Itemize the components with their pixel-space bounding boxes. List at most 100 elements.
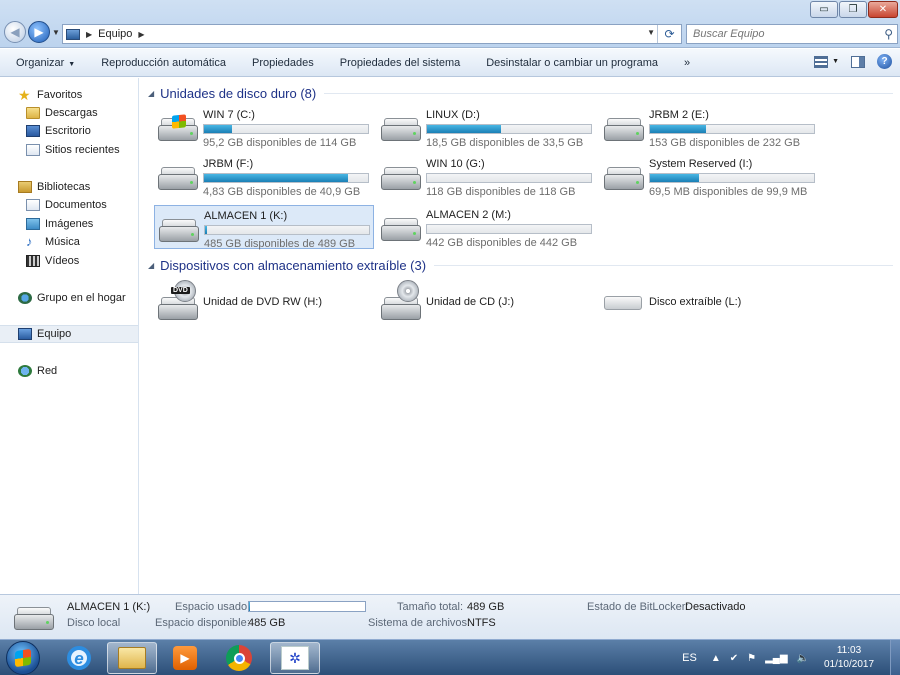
minimize-button[interactable]: ▭ [810,1,838,18]
drive-d[interactable]: LINUX (D:) 18,5 GB disponibles de 33,5 G… [377,105,597,149]
show-desktop-button[interactable] [890,640,900,675]
chevron-down-icon: ▼ [832,58,839,65]
removable-group-header[interactable]: ◢ Dispositivos con almacenamiento extraí… [148,258,893,273]
sidebar-item-desktop[interactable]: Escritorio [0,122,138,140]
usage-fill [204,174,349,182]
maximize-button[interactable]: ❐ [839,1,867,18]
autoplay-button[interactable]: Reproducción automática [88,57,239,69]
device-name: Unidad de CD (J:) [426,296,515,308]
desktop-icon [26,125,40,137]
drive-name: ALMACEN 1 (K:) [204,210,288,222]
taskbar-internet-explorer[interactable]: e [54,642,104,674]
internet-explorer-icon: e [67,646,91,670]
view-controls: ▼ ? [814,54,892,69]
content-area: ◢ Unidades de disco duro (8) WIN 7 (C:) … [140,78,900,594]
drive-k[interactable]: ALMACEN 1 (K:) 485 GB disponibles de 489… [154,205,374,250]
organize-button[interactable]: Organizar ▼ [0,57,88,69]
back-button[interactable]: ◀ [4,21,26,43]
sidebar-item-favorites[interactable]: ★ Favoritos [0,86,138,104]
properties-button[interactable]: Propiedades [239,57,327,69]
refresh-icon[interactable]: ⟳ [657,25,681,43]
address-dropdown-icon[interactable]: ▼ [647,28,655,37]
recent-pages-dropdown-icon[interactable]: ▼ [52,28,61,37]
drive-free-space: 153 GB disponibles de 232 GB [649,137,801,149]
show-hidden-icons-icon[interactable]: ▲ [711,653,721,664]
sidebar-item-homegroup[interactable]: Grupo en el hogar [0,289,138,307]
windows-logo-icon [15,648,31,668]
network-signal-icon[interactable]: ▂▄▆ [765,653,787,664]
uninstall-program-button[interactable]: Desinstalar o cambiar un programa [473,57,671,69]
recent-places-icon [26,144,40,156]
hard-drive-icon [604,115,644,143]
taskbar-chrome[interactable] [214,642,264,674]
system-properties-button[interactable]: Propiedades del sistema [327,57,473,69]
chrome-icon [226,645,252,671]
start-button[interactable] [6,641,40,675]
hard-drive-icon [14,604,54,632]
bitlocker-label: Estado de BitLocker: [587,601,689,613]
sidebar-item-network[interactable]: Red [0,362,138,380]
collapse-icon[interactable]: ◢ [148,89,154,98]
help-icon[interactable]: ? [877,54,892,69]
usage-fill [650,125,706,133]
used-space-label: Espacio usado: [175,601,251,613]
more-commands-button[interactable]: » [671,57,703,69]
sidebar-item-documents[interactable]: Documentos [0,196,138,214]
sidebar-item-computer[interactable]: Equipo [0,325,138,343]
sidebar-item-pictures[interactable]: Imágenes [0,215,138,233]
drive-name: JRBM (F:) [203,158,254,170]
drive-i[interactable]: System Reserved (I:) 69,5 MB disponibles… [600,154,820,198]
drive-f[interactable]: JRBM (F:) 4,83 GB disponibles de 40,9 GB [154,154,374,198]
downloads-folder-icon [26,107,40,119]
cd-drive-j[interactable]: Unidad de CD (J:) [377,280,597,324]
language-indicator[interactable]: ES [682,652,697,664]
drive-free-space: 18,5 GB disponibles de 33,5 GB [426,137,584,149]
breadcrumb-equipo[interactable]: Equipo [98,28,132,40]
computer-icon [18,328,32,340]
system-tray: ES ▲ ✔ ⚑ ▂▄▆ 🔈 11:03 01/10/2017 [682,640,900,675]
security-icon[interactable]: ✔ [730,653,738,664]
volume-icon[interactable]: 🔈 [797,653,809,664]
sidebar-item-libraries[interactable]: Bibliotecas [0,178,138,196]
details-pane: ALMACEN 1 (K:) Disco local Espacio usado… [0,594,900,639]
breadcrumb-arrow-icon[interactable]: ▶ [86,30,92,39]
sidebar-item-label: Documentos [45,199,107,211]
usage-bar [426,124,592,134]
search-input[interactable] [687,25,873,43]
taskbar-media-player[interactable]: ▶ [160,642,210,674]
breadcrumb-arrow-icon[interactable]: ▶ [138,30,144,39]
breadcrumb: ▶ Equipo ▶ [86,28,145,40]
sidebar-item-videos[interactable]: Vídeos [0,252,138,270]
drive-c[interactable]: WIN 7 (C:) 95,2 GB disponibles de 114 GB [154,105,374,149]
sidebar-item-recent-places[interactable]: Sitios recientes [0,141,138,159]
homegroup-icon [18,292,32,304]
close-button[interactable]: ✕ [868,1,898,18]
action-center-flag-icon[interactable]: ⚑ [747,653,756,664]
drive-m[interactable]: ALMACEN 2 (M:) 442 GB disponibles de 442… [377,205,597,249]
sidebar-item-label: Sitios recientes [45,144,120,156]
taskbar-explorer[interactable] [107,642,157,674]
sidebar-item-label: Equipo [37,328,72,340]
drive-g[interactable]: WIN 10 (G:) 118 GB disponibles de 118 GB [377,154,597,198]
removable-disk-l[interactable]: Disco extraíble (L:) [600,280,820,324]
taskbar-app[interactable]: ✲ [270,642,320,674]
usage-fill [205,226,207,234]
address-bar[interactable]: ▶ Equipo ▶ ▼ ⟳ [62,24,682,44]
collapse-icon[interactable]: ◢ [148,261,154,270]
change-view-button[interactable]: ▼ [814,55,839,68]
hard-drives-group-header[interactable]: ◢ Unidades de disco duro (8) [148,86,893,101]
drive-name: LINUX (D:) [426,109,480,121]
sidebar-item-label: Imágenes [45,218,94,230]
preview-pane-icon[interactable] [851,55,865,68]
sidebar-item-music[interactable]: ♪ Música [0,233,138,251]
dvd-drive-h[interactable]: DVD Unidad de DVD RW (H:) [154,280,374,324]
forward-button[interactable]: ▶ [28,21,50,43]
drive-e[interactable]: JRBM 2 (E:) 153 GB disponibles de 232 GB [600,105,820,149]
drive-name: ALMACEN 2 (M:) [426,209,511,221]
clock[interactable]: 11:03 01/10/2017 [818,644,880,672]
sidebar-item-downloads[interactable]: Descargas [0,104,138,122]
details-drive-type: Disco local [67,617,121,629]
view-icon [814,55,829,68]
clock-date: 01/10/2017 [823,659,875,670]
search-icon[interactable]: ⚲ [884,27,893,41]
